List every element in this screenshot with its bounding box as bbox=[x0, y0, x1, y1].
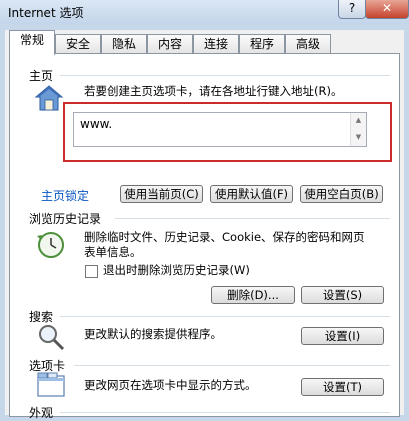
tab-content[interactable]: 内容 bbox=[147, 34, 193, 54]
section-appearance-title: 外观 bbox=[29, 406, 54, 420]
section-separator bbox=[60, 316, 390, 317]
search-description: 更改默认的搜索提供程序。 bbox=[84, 327, 222, 341]
history-delete-button[interactable]: 删除(D)... bbox=[211, 286, 295, 304]
tabs-window-icon bbox=[37, 372, 65, 397]
house-icon bbox=[34, 85, 64, 111]
history-clock-icon bbox=[37, 232, 64, 258]
tab-connections[interactable]: 连接 bbox=[193, 34, 239, 54]
search-settings-button[interactable]: 设置(I) bbox=[301, 327, 384, 345]
home-address-value: www. bbox=[80, 117, 113, 131]
scroll-up-icon[interactable]: ▲ bbox=[351, 116, 366, 124]
tab-privacy[interactable]: 隐私 bbox=[101, 34, 147, 54]
address-highlight: www. ▲ ▼ bbox=[63, 102, 392, 162]
delete-on-exit-checkbox[interactable] bbox=[85, 265, 98, 278]
scroll-down-icon[interactable]: ▼ bbox=[351, 133, 366, 141]
window-title: Internet 选项 bbox=[8, 6, 84, 20]
close-button[interactable]: ✕ bbox=[365, 0, 409, 19]
history-description: 删除临时文件、历史记录、Cookie、保存的密码和网页表单信息。 bbox=[84, 230, 365, 259]
tab-programs[interactable]: 程序 bbox=[239, 34, 285, 54]
section-separator bbox=[60, 75, 390, 76]
section-history-title: 浏览历史记录 bbox=[29, 212, 102, 226]
tabs-description: 更改网页在选项卡中显示的方式。 bbox=[84, 378, 257, 392]
home-instruction: 若要创建主页选项卡，请在各地址行键入地址(R)。 bbox=[84, 84, 343, 98]
tab-security[interactable]: 安全 bbox=[55, 34, 101, 54]
section-separator bbox=[74, 365, 390, 366]
magnifier-icon bbox=[39, 325, 65, 351]
dialog-frame: 常规 安全 隐私 内容 连接 程序 高级 主页 若要创建主页选项卡，请在各地址行… bbox=[5, 30, 404, 420]
tab-advanced[interactable]: 高级 bbox=[285, 34, 331, 54]
home-address-field[interactable]: www. ▲ ▼ bbox=[73, 112, 367, 147]
section-separator bbox=[60, 412, 390, 413]
use-blank-button[interactable]: 使用空白页(B) bbox=[300, 185, 383, 203]
use-current-button[interactable]: 使用当前页(C) bbox=[120, 185, 203, 203]
address-scrollbar[interactable]: ▲ ▼ bbox=[350, 113, 366, 146]
title-bar: Internet 选项 ? ✕ bbox=[0, 0, 409, 24]
general-panel: 主页 若要创建主页选项卡，请在各地址行键入地址(R)。 www. ▲ ▼ 主页锁… bbox=[9, 53, 400, 420]
delete-on-exit-label: 退出时删除浏览历史记录(W) bbox=[103, 263, 250, 277]
help-button[interactable]: ? bbox=[338, 0, 366, 19]
history-settings-button[interactable]: 设置(S) bbox=[301, 286, 384, 304]
section-separator bbox=[115, 218, 390, 219]
tab-general[interactable]: 常规 bbox=[9, 30, 55, 55]
tabs-settings-button[interactable]: 设置(T) bbox=[301, 378, 384, 396]
section-home-title: 主页 bbox=[29, 69, 54, 83]
use-default-button[interactable]: 使用默认值(F) bbox=[210, 185, 293, 203]
home-lock-link[interactable]: 主页锁定 bbox=[41, 187, 89, 204]
